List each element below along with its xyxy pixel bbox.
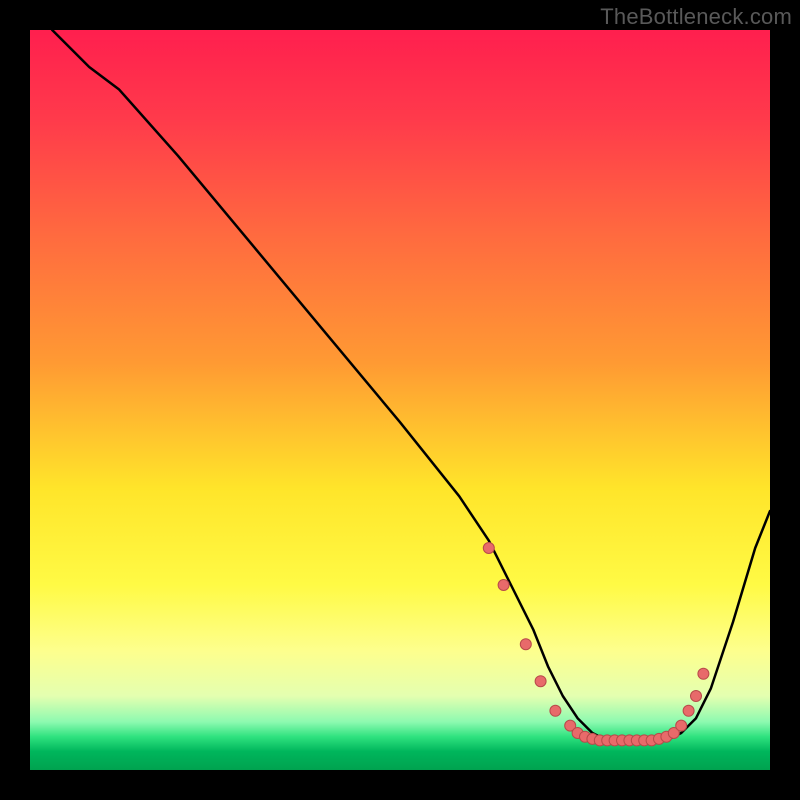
bottleneck-curve bbox=[52, 30, 770, 740]
marker-dot bbox=[550, 705, 561, 716]
marker-dot bbox=[483, 543, 494, 554]
marker-dot bbox=[498, 580, 509, 591]
chart-overlay bbox=[30, 30, 770, 770]
plot-area bbox=[30, 30, 770, 770]
marker-dot bbox=[520, 639, 531, 650]
chart-frame: TheBottleneck.com bbox=[0, 0, 800, 800]
marker-dot bbox=[683, 705, 694, 716]
watermark-text: TheBottleneck.com bbox=[600, 4, 792, 30]
marker-dot bbox=[676, 720, 687, 731]
marker-group bbox=[483, 543, 709, 746]
marker-dot bbox=[535, 676, 546, 687]
marker-dot bbox=[698, 668, 709, 679]
marker-dot bbox=[691, 691, 702, 702]
